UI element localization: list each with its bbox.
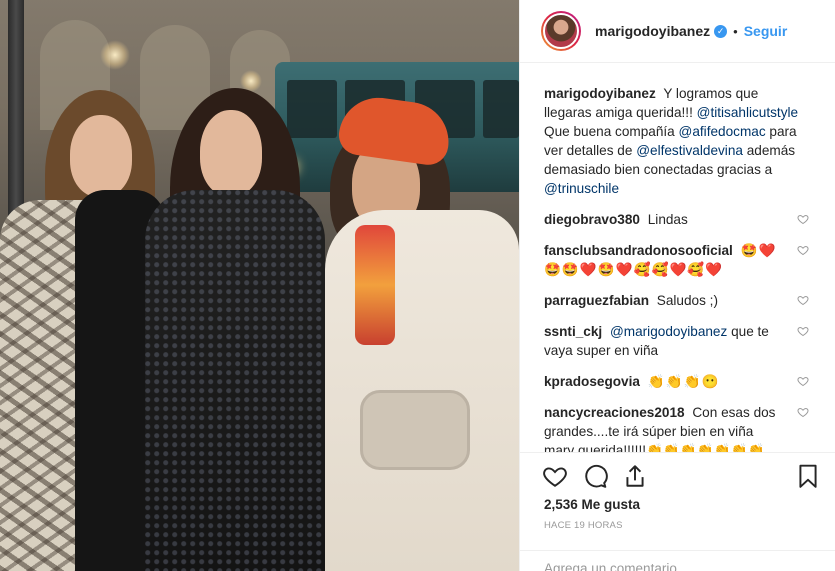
caption-mention[interactable]: @trinuschile <box>544 181 619 196</box>
post-side-panel: marigodoyibanez ✓ • Seguir marigodoyiban… <box>519 0 835 571</box>
comment-username[interactable]: fansclubsandradonosooficial <box>544 243 733 258</box>
person-right-scarf <box>355 225 395 345</box>
comment-text: Saludos ;) <box>656 293 718 308</box>
comment-item: fansclubsandradonosooficial 🤩❤️🤩🤩❤️🤩❤️🥰🥰… <box>544 241 819 279</box>
person-middle-face <box>200 110 262 196</box>
likes-count[interactable]: 2,536 Me gusta <box>520 493 835 512</box>
post-caption: marigodoyibanez Y logramos que llegaras … <box>544 84 819 198</box>
caption-text: Que buena compañía <box>544 124 679 139</box>
follow-button[interactable]: Seguir <box>744 23 788 39</box>
caption-mention[interactable]: @titisahlicutstyle <box>697 105 798 120</box>
post-actions: 2,536 Me gusta HACE 19 HORAS <box>520 452 835 571</box>
comment-username[interactable]: nancycreaciones2018 <box>544 405 685 420</box>
comments-list[interactable]: marigodoyibanez Y logramos que llegaras … <box>520 64 835 452</box>
person-right-handbag <box>360 390 470 470</box>
like-comment-icon[interactable] <box>797 244 809 256</box>
person-left-face <box>70 115 132 197</box>
street-light <box>100 40 130 70</box>
heart-icon[interactable] <box>542 463 568 489</box>
comment-username[interactable]: kpradosegovia <box>544 374 640 389</box>
like-comment-icon[interactable] <box>797 325 809 337</box>
comment-mention[interactable]: @marigodoyibanez <box>610 324 727 339</box>
post-timestamp[interactable]: HACE 19 HORAS <box>520 512 835 531</box>
caption-mention[interactable]: @elfestivaldevina <box>636 143 743 158</box>
bus-window <box>483 80 519 138</box>
post-header: marigodoyibanez ✓ • Seguir <box>520 0 835 63</box>
like-comment-icon[interactable] <box>797 406 809 418</box>
comment-item: nancycreaciones2018 Con esas dos grandes… <box>544 403 819 452</box>
verified-icon: ✓ <box>714 24 728 38</box>
comment-item: parraguezfabian Saludos ;) <box>544 291 819 310</box>
share-icon[interactable] <box>622 463 648 489</box>
comment-username[interactable]: diegobravo380 <box>544 212 640 227</box>
comment-text: 👏👏👏😶 <box>647 374 720 389</box>
comment-item: kpradosegovia 👏👏👏😶 <box>544 372 819 391</box>
comment-text: Lindas <box>647 212 688 227</box>
comment-item: ssnti_ckj @marigodoyibanez que te vaya s… <box>544 322 819 360</box>
like-comment-icon[interactable] <box>797 294 809 306</box>
like-comment-icon[interactable] <box>797 375 809 387</box>
action-bar <box>520 453 835 493</box>
comment-item: diegobravo380 Lindas <box>544 210 819 229</box>
like-comment-icon[interactable] <box>797 213 809 225</box>
add-comment-input[interactable] <box>544 561 811 571</box>
add-comment-section <box>520 550 835 571</box>
person-middle-sequin-coat <box>145 190 325 571</box>
header-username[interactable]: marigodoyibanez <box>595 23 710 39</box>
caption-mention[interactable]: @afifedocmac <box>679 124 766 139</box>
caption-username[interactable]: marigodoyibanez <box>544 86 656 101</box>
comment-username[interactable]: ssnti_ckj <box>544 324 602 339</box>
instagram-post: marigodoyibanez ✓ • Seguir marigodoyiban… <box>0 0 835 571</box>
bus-window <box>287 80 337 138</box>
save-icon[interactable] <box>795 463 821 489</box>
header-separator: • <box>733 23 738 39</box>
comment-icon[interactable] <box>582 463 608 489</box>
post-photo[interactable] <box>0 0 519 571</box>
avatar[interactable] <box>543 13 579 49</box>
avatar-story-ring[interactable] <box>541 11 581 51</box>
comment-username[interactable]: parraguezfabian <box>544 293 649 308</box>
